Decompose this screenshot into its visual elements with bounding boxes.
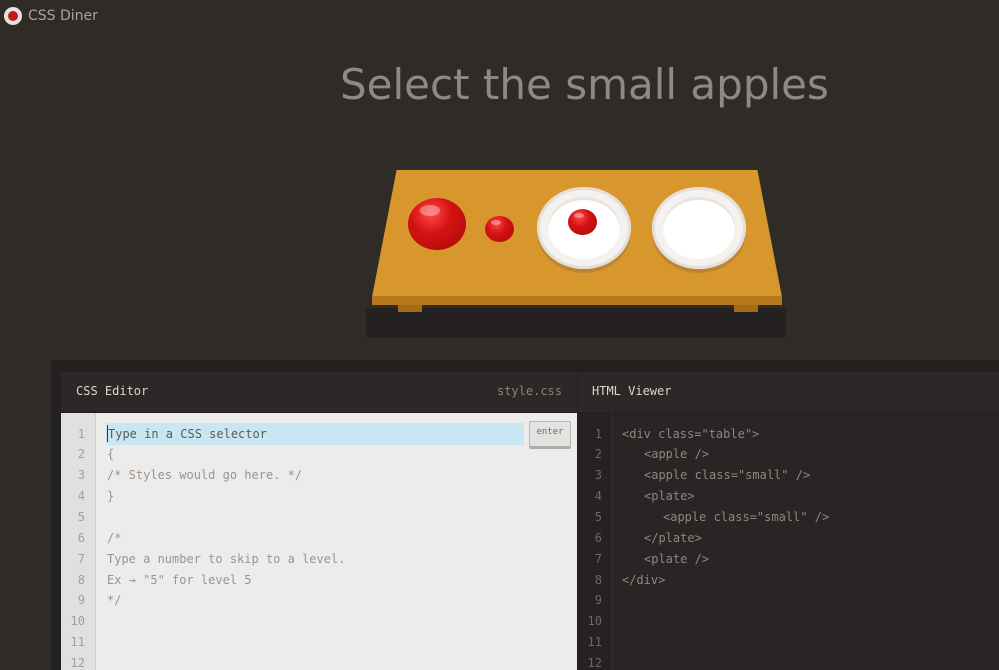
line-number: 2 — [77, 447, 85, 461]
html-markup-line[interactable]: </div> — [622, 573, 665, 587]
line-number: 3 — [77, 468, 85, 482]
table-shadow — [366, 308, 786, 338]
line-number: 7 — [594, 552, 602, 566]
line-number: 11 — [70, 635, 85, 649]
table-leg-left — [398, 305, 422, 312]
line-number: 7 — [77, 552, 85, 566]
line-number: 9 — [77, 593, 85, 607]
line-number: 6 — [594, 531, 602, 545]
plate-empty[interactable] — [652, 187, 746, 269]
line-number: 9 — [594, 593, 602, 607]
css-line-gutter: 1 2 3 4 5 6 7 8 9 10 11 12 — [61, 413, 96, 670]
enter-button[interactable]: enter — [529, 421, 571, 449]
app-title: CSS Diner — [28, 8, 98, 24]
html-markup-line[interactable]: <apple class="small" /> — [644, 468, 810, 482]
html-viewer: 1 2 3 4 5 6 7 8 9 10 11 12 <div class="t… — [578, 413, 999, 670]
line-number: 1 — [77, 427, 85, 441]
line-number: 8 — [594, 573, 602, 587]
html-markup-line[interactable]: <plate> — [644, 489, 695, 503]
html-markup-line[interactable]: </plate> — [644, 531, 702, 545]
html-viewer-label: HTML Viewer — [592, 384, 672, 398]
line-number: 6 — [77, 531, 85, 545]
line-number: 11 — [587, 635, 602, 649]
line-number: 2 — [594, 447, 602, 461]
css-editor-label: CSS Editor — [76, 384, 149, 398]
table-leg-right — [734, 305, 758, 312]
html-line-gutter: 1 2 3 4 5 6 7 8 9 10 11 12 — [578, 413, 612, 670]
line-number: 5 — [594, 510, 602, 524]
code-line: Ex → "5" for level 5 — [107, 573, 252, 587]
code-line: } — [107, 489, 115, 503]
code-line: */ — [107, 593, 122, 607]
code-line: Type a number to skip to a level. — [107, 552, 346, 566]
line-number: 4 — [594, 489, 602, 503]
code-line: { — [107, 447, 115, 461]
css-file-name: style.css — [496, 384, 562, 398]
line-number: 8 — [77, 573, 85, 587]
css-editor-header: CSS Editor style.css — [61, 372, 577, 412]
html-markup-line[interactable]: <div class="table"> — [622, 427, 759, 441]
line-number: 5 — [77, 510, 85, 524]
code-line: /* — [107, 531, 122, 545]
line-number: 1 — [594, 427, 602, 441]
html-markup-line[interactable]: <apple /> — [644, 447, 709, 461]
line-number: 10 — [587, 614, 602, 628]
text-cursor — [107, 425, 108, 442]
level-instruction: Select the small apples — [340, 60, 829, 109]
css-editor[interactable]: 1 2 3 4 5 6 7 8 9 10 11 12 enter { /* St… — [61, 413, 577, 670]
apple-small[interactable] — [485, 216, 514, 242]
html-markup-line[interactable]: <plate /> — [644, 552, 709, 566]
line-number: 10 — [70, 614, 85, 628]
table-edge — [372, 296, 782, 305]
line-number: 12 — [70, 656, 85, 670]
apple-small-on-plate[interactable] — [568, 209, 597, 235]
css-selector-input[interactable] — [106, 423, 524, 445]
code-line: /* Styles would go here. */ — [107, 468, 303, 482]
app-header: CSS Diner — [0, 0, 999, 34]
apple[interactable] — [408, 198, 466, 250]
html-viewer-header: HTML Viewer — [578, 372, 999, 412]
line-number: 3 — [594, 468, 602, 482]
line-number: 4 — [77, 489, 85, 503]
html-markup-line[interactable]: <apple class="small" /> — [663, 510, 829, 524]
app-logo-icon — [4, 7, 22, 25]
line-number: 12 — [587, 656, 602, 670]
